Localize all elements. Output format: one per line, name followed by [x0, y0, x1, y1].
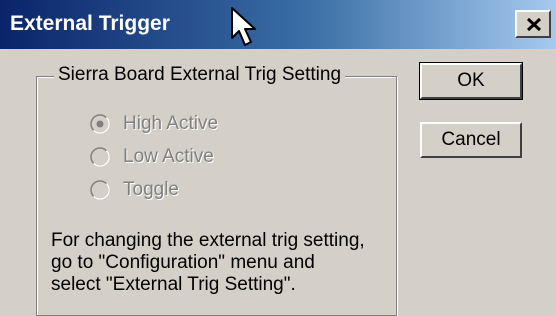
radio-selected-icon [90, 114, 110, 134]
close-button[interactable] [515, 10, 551, 38]
radio-label-high-active: High Active [123, 113, 219, 134]
title-bar[interactable]: External Trigger [0, 0, 556, 49]
mouse-cursor-icon [231, 7, 256, 46]
info-text: For changing the external trig setting, … [51, 230, 381, 296]
radio-label-low-active: Low Active [123, 146, 214, 167]
radio-unselected-icon [90, 180, 110, 200]
info-line: select "External Trig Setting". [51, 274, 296, 295]
radio-low-active[interactable]: Low Active [90, 145, 214, 169]
cancel-button[interactable]: Cancel [420, 122, 522, 158]
external-trigger-dialog: External Trigger Sierra Board External T… [0, 0, 556, 316]
groupbox-legend: Sierra Board External Trig Setting [54, 64, 346, 86]
radio-unselected-icon [90, 147, 110, 167]
info-line: For changing the external trig setting, [51, 230, 365, 251]
window-title: External Trigger [10, 12, 170, 35]
info-line: go to "Configuration" menu and [51, 252, 315, 273]
ok-button[interactable]: OK [419, 62, 523, 100]
radio-toggle[interactable]: Toggle [90, 178, 179, 202]
close-icon [526, 17, 542, 32]
radio-label-toggle: Toggle [123, 179, 179, 200]
radio-high-active[interactable]: High Active [90, 112, 218, 136]
